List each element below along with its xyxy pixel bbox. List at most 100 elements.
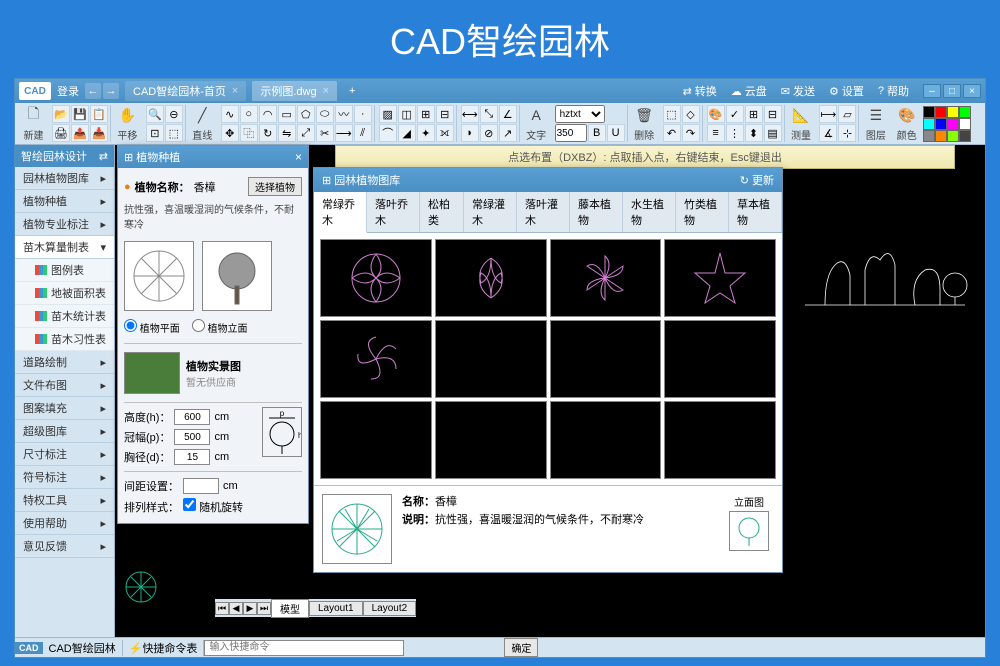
- maximize-icon[interactable]: □: [943, 84, 961, 98]
- cloud-action[interactable]: ☁云盘: [727, 83, 771, 99]
- tab-layout2[interactable]: Layout2: [363, 601, 417, 616]
- new-button[interactable]: 🗋新建: [19, 106, 48, 142]
- sidebar-item-hatch[interactable]: 图案填充▸: [15, 397, 114, 420]
- order-icon[interactable]: ⬍: [745, 124, 763, 142]
- measure-button[interactable]: 📐测量: [787, 106, 816, 142]
- sidebar-sub-legend[interactable]: 图例表: [15, 259, 114, 282]
- area-icon[interactable]: ▱: [838, 105, 856, 123]
- minimize-icon[interactable]: –: [923, 84, 941, 98]
- polyline-icon[interactable]: ∿: [221, 105, 239, 123]
- undo-icon[interactable]: ↶: [663, 124, 681, 142]
- help-action[interactable]: ?帮助: [874, 83, 913, 99]
- tab-file[interactable]: 示例图.dwg×: [252, 81, 337, 101]
- tab-model[interactable]: 模型: [271, 599, 309, 618]
- collapse-icon[interactable]: ⇄: [99, 150, 108, 163]
- shortcut-button[interactable]: ⚡快捷命令表: [123, 640, 205, 656]
- spline-icon[interactable]: 〰: [335, 105, 353, 123]
- sidebar-item-layout[interactable]: 文件布图▸: [15, 374, 114, 397]
- login-link[interactable]: 登录: [57, 83, 79, 99]
- spacing-input[interactable]: [183, 478, 219, 494]
- export-icon[interactable]: 📤: [71, 124, 89, 142]
- tab-last-icon[interactable]: ⏭: [257, 602, 271, 615]
- convert-action[interactable]: ⇄转换: [679, 83, 721, 99]
- library-item[interactable]: [435, 320, 547, 398]
- match-icon[interactable]: ✓: [726, 105, 744, 123]
- dim-align-icon[interactable]: ⤡: [480, 105, 498, 123]
- color-swatch[interactable]: [935, 118, 947, 130]
- layer-button[interactable]: ☰图层: [861, 106, 890, 142]
- point-icon[interactable]: ·: [354, 105, 372, 123]
- dim-dia-icon[interactable]: ⊘: [480, 124, 498, 142]
- mirror-icon[interactable]: ⇋: [278, 124, 296, 142]
- bold-icon[interactable]: B: [588, 124, 606, 142]
- dim-angle-icon[interactable]: ∠: [499, 105, 517, 123]
- print-icon[interactable]: 🖨: [52, 124, 70, 142]
- fillet-icon[interactable]: ⌒: [379, 124, 397, 142]
- sidebar-item-library[interactable]: 园林植物图库▸: [15, 167, 114, 190]
- color-swatch[interactable]: [947, 118, 959, 130]
- sidebar-item-privilege[interactable]: 特权工具▸: [15, 489, 114, 512]
- color-button[interactable]: 🎨颜色: [892, 106, 921, 142]
- library-item[interactable]: [320, 239, 432, 317]
- rect-icon[interactable]: ▭: [278, 105, 296, 123]
- color-swatch[interactable]: [935, 130, 947, 142]
- color-swatch[interactable]: [923, 118, 935, 130]
- send-action[interactable]: ✉发送: [777, 83, 819, 99]
- open-icon[interactable]: 📂: [52, 105, 70, 123]
- color-swatch[interactable]: [959, 106, 971, 118]
- sidebar-item-help[interactable]: 使用帮助▸: [15, 512, 114, 535]
- library-item[interactable]: [664, 401, 776, 479]
- props-icon[interactable]: 🎨: [707, 105, 725, 123]
- close-window-icon[interactable]: ×: [963, 84, 981, 98]
- color-swatch[interactable]: [947, 130, 959, 142]
- library-item[interactable]: [550, 239, 662, 317]
- zoom-window-icon[interactable]: ⬚: [165, 124, 183, 142]
- sidebar-item-road[interactable]: 道路绘制▸: [15, 351, 114, 374]
- tab-next-icon[interactable]: ▶: [243, 602, 257, 615]
- leader-icon[interactable]: ↗: [499, 124, 517, 142]
- circle-icon[interactable]: ○: [240, 105, 258, 123]
- library-item[interactable]: [664, 239, 776, 317]
- color-swatch[interactable]: [959, 130, 971, 142]
- join-icon[interactable]: ⟗: [436, 124, 454, 142]
- rotate-icon[interactable]: ↻: [259, 124, 277, 142]
- sidebar-item-quantity[interactable]: 苗木算量制表▾: [15, 236, 114, 259]
- lib-tab-deciduous-tree[interactable]: 落叶乔木: [367, 192, 420, 232]
- library-item[interactable]: [435, 239, 547, 317]
- library-header[interactable]: ⊞ 园林植物图库↻ 更新: [314, 168, 782, 192]
- plan-preview[interactable]: [124, 241, 194, 311]
- angle-icon[interactable]: ∡: [819, 124, 837, 142]
- app-logo[interactable]: CAD: [19, 82, 51, 100]
- sidebar-sub-area[interactable]: 地被面积表: [15, 282, 114, 305]
- polygon-icon[interactable]: ⬠: [297, 105, 315, 123]
- select-icon[interactable]: ⬚: [663, 105, 681, 123]
- zoom-fit-icon[interactable]: ⊡: [146, 124, 164, 142]
- delete-button[interactable]: 🗑删除: [630, 106, 659, 142]
- nav-forward-icon[interactable]: →: [103, 83, 119, 99]
- nav-back-icon[interactable]: ←: [85, 83, 101, 99]
- sidebar-item-dim[interactable]: 尺寸标注▸: [15, 443, 114, 466]
- sidebar-sub-habit[interactable]: 苗木习性表: [15, 328, 114, 351]
- sidebar-item-symbol[interactable]: 符号标注▸: [15, 466, 114, 489]
- text-button[interactable]: A文字: [522, 106, 551, 142]
- lib-tab-aquatic[interactable]: 水生植物: [623, 192, 676, 232]
- canvas[interactable]: 点选布置（DXBZ）: 点取插入点，右键结束，Esc键退出 ⊞ 植物种植× ● …: [115, 145, 985, 637]
- radio-elevation[interactable]: 植物立面: [192, 319, 248, 335]
- elevation-preview[interactable]: [202, 241, 272, 311]
- pan-button[interactable]: ✋平移: [113, 106, 142, 142]
- select-plant-button[interactable]: 选择植物: [248, 177, 302, 196]
- crown-input[interactable]: [174, 429, 210, 445]
- lib-tab-bamboo[interactable]: 竹类植物: [676, 192, 729, 232]
- color-swatch[interactable]: [947, 106, 959, 118]
- library-item[interactable]: [664, 320, 776, 398]
- lib-tab-conifer[interactable]: 松柏类: [420, 192, 464, 232]
- sidebar-item-planting[interactable]: 植物种植▸: [15, 190, 114, 213]
- tab-add-icon[interactable]: +: [343, 85, 361, 97]
- lib-tab-evergreen-tree[interactable]: 常绿乔木: [314, 192, 367, 233]
- chamfer-icon[interactable]: ◢: [398, 124, 416, 142]
- align-icon[interactable]: ≡: [707, 124, 725, 142]
- import-icon[interactable]: 📥: [90, 124, 108, 142]
- copy-icon[interactable]: ⿻: [240, 124, 258, 142]
- color-swatch[interactable]: [923, 106, 935, 118]
- redo-icon[interactable]: ↷: [682, 124, 700, 142]
